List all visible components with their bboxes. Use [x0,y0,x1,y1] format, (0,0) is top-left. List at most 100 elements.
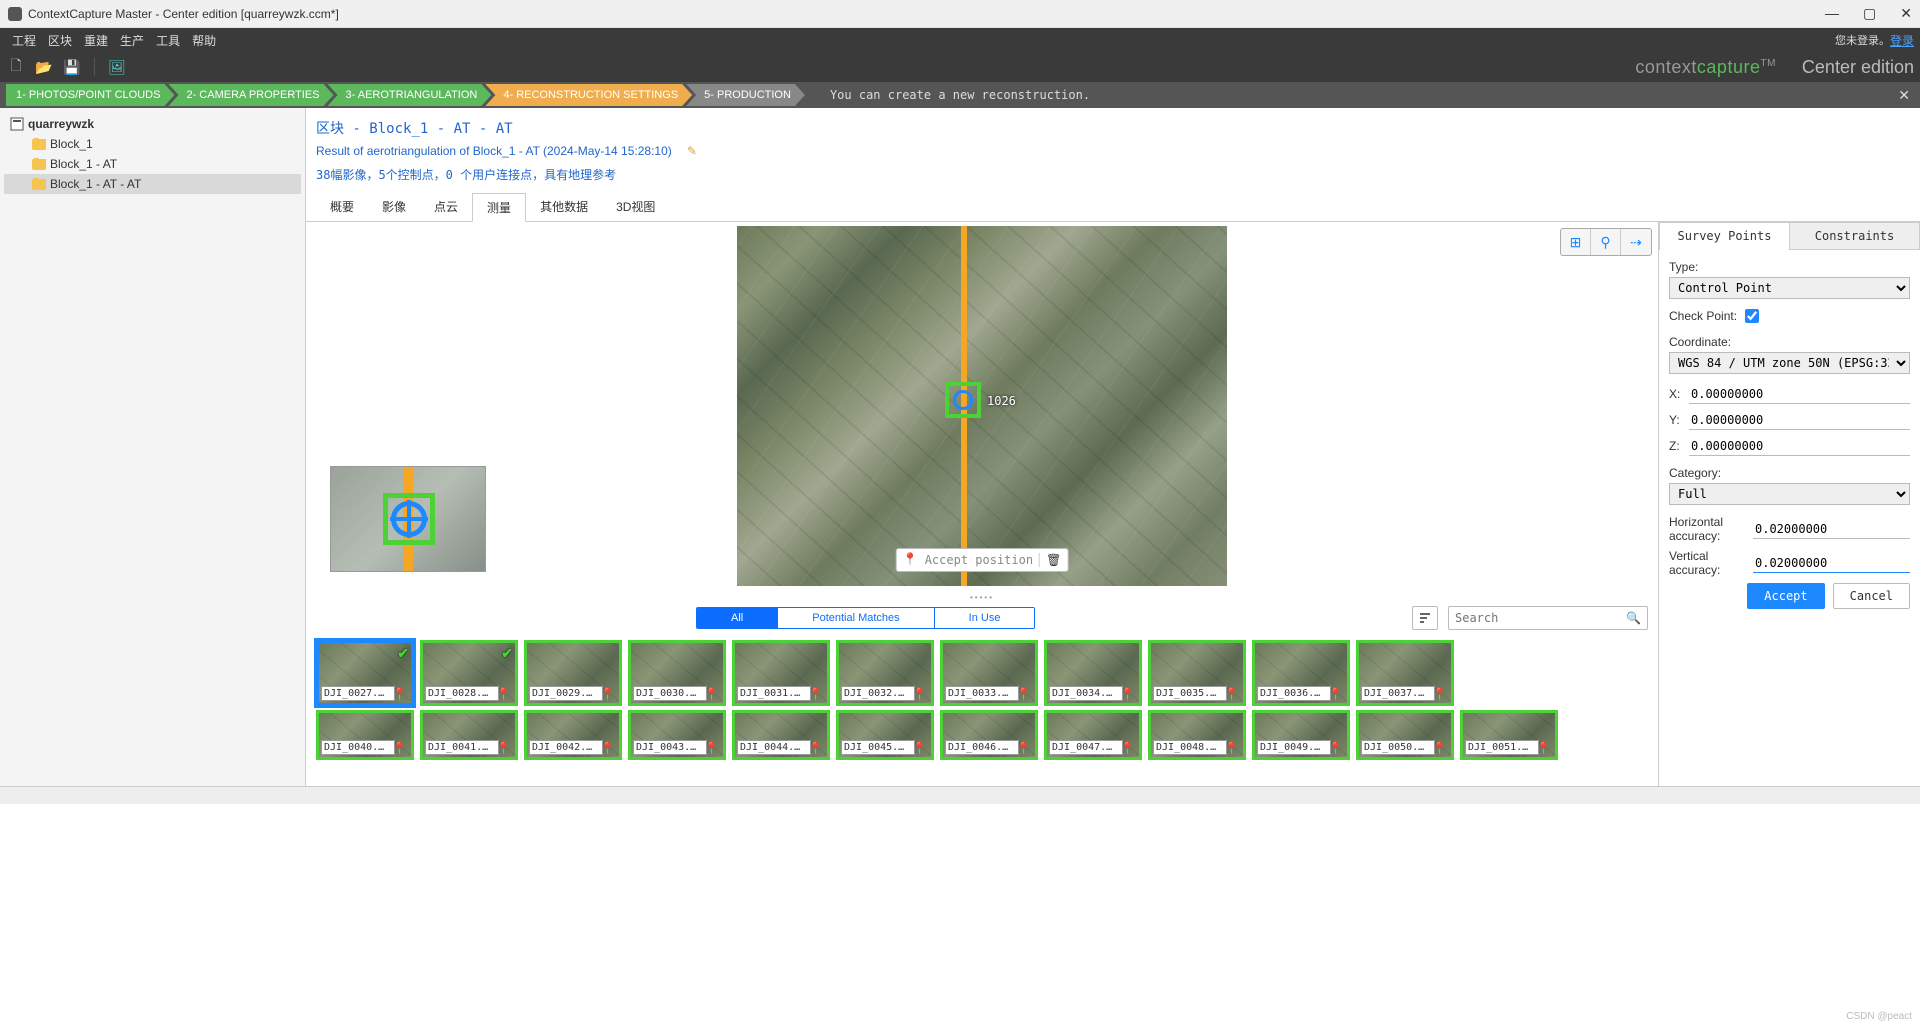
tab-3[interactable]: 测量 [472,193,526,222]
thumbnail[interactable]: 📍DJI_0036.… [1252,640,1350,706]
image-viewer[interactable]: 1026 📍 Accept position 🗑 ⊞ ⚲ ⇢ [306,222,1658,592]
thumbnail[interactable]: ✔📍DJI_0028.… [420,640,518,706]
add-point-icon[interactable]: ⊞ [1561,229,1591,255]
menu-help[interactable]: 帮助 [186,32,222,49]
workflow-step-1[interactable]: 1- PHOTOS/POINT CLOUDS [6,84,174,106]
login-link[interactable]: 登录 [1890,32,1914,49]
block-subtitle: Result of aerotriangulation of Block_1 -… [306,140,1920,162]
tree-item[interactable]: Block_1 - AT - AT [4,174,301,194]
new-icon[interactable]: 🗋 [6,57,26,77]
thumbnail[interactable]: 📍DJI_0044.… [732,710,830,760]
thumbnail-label: DJI_0046.… [945,740,1019,755]
coordinate-select[interactable]: WGS 84 / UTM zone 50N (EPSG:32650) [1669,352,1910,374]
z-input[interactable] [1689,436,1910,456]
thumbnail[interactable]: 📍DJI_0051.… [1460,710,1558,760]
thumbnail-label: DJI_0048.… [1153,740,1227,755]
tab-0[interactable]: 概要 [316,193,368,221]
workflow-step-2[interactable]: 2- CAMERA PROPERTIES [168,84,333,106]
tie-point-icon[interactable]: ⚲ [1591,229,1621,255]
thumbnail-label: DJI_0030.… [633,686,707,701]
checkpoint-label: Check Point: [1669,309,1737,323]
image-icon[interactable]: 🖼 [107,57,127,77]
type-label: Type: [1669,260,1910,274]
menu-rebuild[interactable]: 重建 [78,32,114,49]
thumbnail[interactable]: 📍DJI_0042.… [524,710,622,760]
thumbnail[interactable]: 📍DJI_0035.… [1148,640,1246,706]
maximize-button[interactable]: ▢ [1863,5,1876,22]
filmstrip-row-1[interactable]: ✔📍DJI_0027.…✔📍DJI_0028.…📍DJI_0029.…📍DJI_… [306,634,1658,708]
thumbnail[interactable]: 📍DJI_0050.… [1356,710,1454,760]
thumbnail[interactable]: 📍DJI_0045.… [836,710,934,760]
workflow-step-5[interactable]: 5- PRODUCTION [686,84,805,106]
tree-item[interactable]: Block_1 - AT [4,154,301,174]
main-panel: 区块 - Block_1 - AT - AT Result of aerotri… [306,108,1920,786]
thumbnail[interactable]: ✔📍DJI_0027.… [316,640,414,706]
vacc-input[interactable] [1753,553,1910,573]
splitter-handle[interactable]: ••••• [306,592,1658,602]
thumbnail[interactable]: 📍DJI_0046.… [940,710,1038,760]
hacc-input[interactable] [1753,519,1910,539]
tree-root[interactable]: quarreywzk [4,114,301,134]
thumbnail[interactable]: 📍DJI_0040.… [316,710,414,760]
tab-2[interactable]: 点云 [420,193,472,221]
segment-in-use[interactable]: In Use [934,608,1035,628]
type-select[interactable]: Control Point [1669,277,1910,299]
thumbnail[interactable]: 📍DJI_0049.… [1252,710,1350,760]
menu-project[interactable]: 工程 [6,32,42,49]
thumbnail-label: DJI_0031.… [737,686,811,701]
thumbnail[interactable]: 📍DJI_0033.… [940,640,1038,706]
thumbnail[interactable]: 📍DJI_0043.… [628,710,726,760]
workflow-close-icon[interactable]: ✕ [1898,87,1910,104]
delete-icon[interactable]: 🗑 [1039,553,1061,567]
thumbnail[interactable]: 📍DJI_0032.… [836,640,934,706]
tab-1[interactable]: 影像 [368,193,420,221]
category-select[interactable]: Full [1669,483,1910,505]
checkpoint-checkbox[interactable] [1745,309,1759,323]
filmstrip-row-2[interactable]: 📍DJI_0040.…📍DJI_0041.…📍DJI_0042.…📍DJI_00… [306,708,1658,762]
thumbnail[interactable]: 📍DJI_0034.… [1044,640,1142,706]
tab-5[interactable]: 3D视图 [602,193,669,221]
sort-button[interactable] [1412,606,1438,630]
thumbnail[interactable]: 📍DJI_0030.… [628,640,726,706]
cancel-button[interactable]: Cancel [1833,583,1910,609]
menu-block[interactable]: 区块 [42,32,78,49]
accept-position-text[interactable]: Accept position [925,553,1033,567]
segment-potential-matches[interactable]: Potential Matches [777,608,933,628]
filter-segmented[interactable]: AllPotential MatchesIn Use [696,607,1035,629]
target-marker[interactable] [945,382,981,418]
tree-item[interactable]: Block_1 [4,134,301,154]
accept-button[interactable]: Accept [1747,583,1824,609]
open-icon[interactable]: 📂 [34,57,54,77]
menu-production[interactable]: 生产 [114,32,150,49]
workflow-step-4[interactable]: 4- RECONSTRUCTION SETTINGS [485,84,692,106]
thumbnail[interactable]: 📍DJI_0047.… [1044,710,1142,760]
aerial-image[interactable]: 1026 [737,226,1227,586]
tab-constraints[interactable]: Constraints [1789,222,1920,250]
edit-icon[interactable]: ✎ [687,144,697,158]
thumbnail[interactable]: 📍DJI_0041.… [420,710,518,760]
search-icon[interactable]: 🔍 [1626,611,1641,625]
search-input[interactable] [1455,611,1626,625]
accept-position-bar: 📍 Accept position 🗑 [896,548,1069,572]
y-input[interactable] [1689,410,1910,430]
workflow-step-3[interactable]: 3- AEROTRIANGULATION [328,84,492,106]
close-button[interactable]: ✕ [1900,5,1912,22]
save-icon[interactable]: 💾 [62,57,82,77]
tab-4[interactable]: 其他数据 [526,193,602,221]
app-icon [8,7,22,21]
watermark: CSDN @peact [1846,1011,1912,1022]
x-input[interactable] [1689,384,1910,404]
minimize-button[interactable]: — [1825,5,1839,22]
thumbnail[interactable]: 📍DJI_0048.… [1148,710,1246,760]
mini-view[interactable] [330,466,486,572]
thumbnail[interactable]: 📍DJI_0029.… [524,640,622,706]
search-box[interactable]: 🔍 [1448,606,1648,630]
constraint-icon[interactable]: ⇢ [1621,229,1651,255]
check-icon: ✔ [501,645,513,662]
tab-survey-points[interactable]: Survey Points [1659,222,1789,250]
menu-tools[interactable]: 工具 [150,32,186,49]
thumbnail[interactable]: 📍DJI_0037.… [1356,640,1454,706]
view-tools: ⊞ ⚲ ⇢ [1560,228,1652,256]
segment-all[interactable]: All [697,608,777,628]
thumbnail[interactable]: 📍DJI_0031.… [732,640,830,706]
